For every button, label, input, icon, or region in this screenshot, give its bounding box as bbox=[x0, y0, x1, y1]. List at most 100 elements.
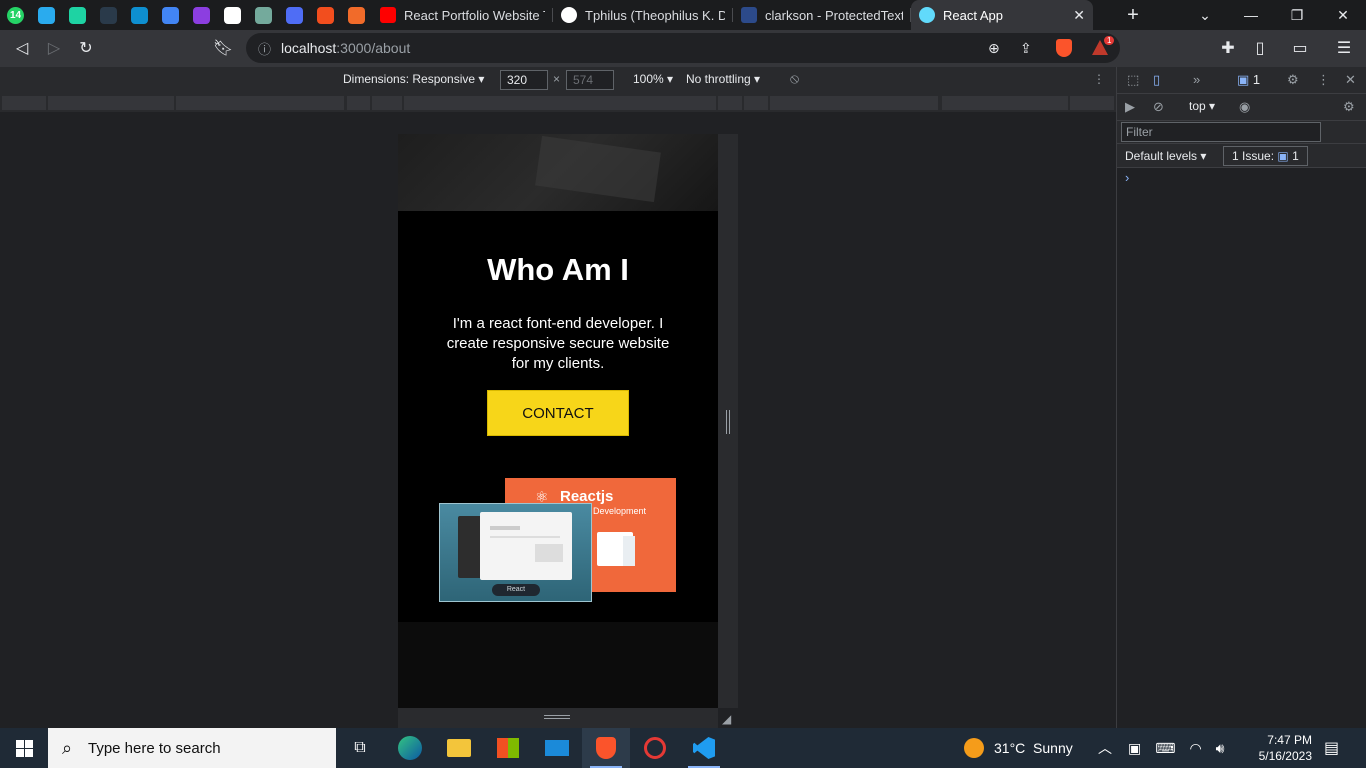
contact-button[interactable]: CONTACT bbox=[487, 390, 629, 436]
filter-row: Filter bbox=[1117, 121, 1366, 144]
resize-handle-right[interactable] bbox=[718, 134, 738, 708]
dimensions-dropdown[interactable]: Dimensions: Responsive ▾ bbox=[343, 72, 484, 86]
document-icon bbox=[162, 6, 179, 24]
close-tab-icon[interactable]: ✕ bbox=[1073, 7, 1085, 24]
device-frame: Who Am I I'm a react font-end developer.… bbox=[398, 134, 718, 708]
pinned-tab[interactable] bbox=[279, 0, 310, 30]
tab-search-button[interactable]: ⌄ bbox=[1182, 0, 1228, 30]
pinned-tab[interactable] bbox=[310, 0, 341, 30]
close-devtools-icon[interactable]: ✕ bbox=[1345, 72, 1356, 88]
zoom-icon[interactable]: ⊕ bbox=[988, 40, 1000, 57]
vscode-app[interactable] bbox=[680, 728, 728, 768]
meet-icon[interactable]: ▣ bbox=[1128, 740, 1141, 757]
store-app[interactable] bbox=[484, 728, 532, 768]
weather-text: 31°C Sunny bbox=[994, 740, 1073, 756]
clock-time: 7:47 PM bbox=[1267, 733, 1312, 747]
media-query-ruler bbox=[0, 94, 1116, 112]
brave-shields-icon[interactable] bbox=[1056, 39, 1072, 57]
play-icon bbox=[131, 6, 148, 24]
plus-icon: + bbox=[1127, 3, 1139, 26]
wifi-icon[interactable]: ◠ bbox=[1189, 740, 1201, 757]
task-view-button[interactable]: ⧉ bbox=[336, 728, 384, 768]
issues-badge[interactable]: ▣ 1 bbox=[1237, 72, 1260, 88]
eye-icon[interactable]: ◉ bbox=[1239, 99, 1250, 115]
more-tabs-icon[interactable]: » bbox=[1193, 72, 1200, 87]
edge-app[interactable] bbox=[386, 728, 434, 768]
maximize-button[interactable]: ❐ bbox=[1274, 0, 1320, 30]
info-icon: ⓘ bbox=[258, 41, 272, 57]
levels-dropdown[interactable]: Default levels ▾ bbox=[1125, 149, 1206, 163]
taskbar-search[interactable]: ⌕ Type here to search bbox=[48, 728, 336, 768]
share-icon[interactable]: ⇪ bbox=[1020, 40, 1032, 57]
explorer-app[interactable] bbox=[435, 728, 483, 768]
pinned-tab[interactable] bbox=[217, 0, 248, 30]
chevron-up-icon[interactable]: ︿ bbox=[1098, 738, 1112, 758]
forward-button[interactable]: ▷ bbox=[38, 32, 70, 64]
tab[interactable]: Tphilus (Theophilus K. Dadz bbox=[553, 0, 733, 30]
rotate-icon[interactable]: ⦸ bbox=[790, 70, 799, 87]
wallet-button[interactable]: ▭ bbox=[1284, 32, 1316, 64]
minimize-button[interactable]: — bbox=[1228, 0, 1274, 30]
tab-strip: 14 React Portfolio Website Tut Tphilus (Th… bbox=[0, 0, 1366, 30]
feather-icon bbox=[69, 6, 86, 24]
notification-icon: ▤ bbox=[1324, 740, 1340, 757]
resize-handle-bottom[interactable] bbox=[398, 708, 718, 728]
back-button[interactable]: ◁ bbox=[6, 32, 38, 64]
pinned-tab[interactable] bbox=[155, 0, 186, 30]
puzzle-icon: ✚ bbox=[1221, 40, 1235, 57]
console-prompt-icon[interactable]: › bbox=[1125, 170, 1129, 185]
zoom-dropdown[interactable]: 100% ▾ bbox=[633, 72, 673, 86]
context-dropdown[interactable]: top ▾ bbox=[1189, 99, 1215, 113]
device-mode-icon[interactable]: ▯ bbox=[1153, 72, 1160, 88]
tab-title: clarkson - ProtectedText bbox=[765, 7, 903, 23]
dashboard-image: React bbox=[439, 503, 592, 602]
app-red[interactable] bbox=[631, 728, 679, 768]
pinned-tab[interactable] bbox=[124, 0, 155, 30]
sidebar-toggle-icon[interactable]: ▶︎ bbox=[1125, 99, 1135, 115]
pinned-tab[interactable] bbox=[186, 0, 217, 30]
pinned-tab[interactable] bbox=[248, 0, 279, 30]
tab[interactable]: clarkson - ProtectedText bbox=[733, 0, 911, 30]
sun-icon bbox=[964, 738, 984, 758]
notifications-button[interactable]: ▤ bbox=[1324, 728, 1339, 768]
extensions-button[interactable]: ✚ bbox=[1212, 32, 1244, 64]
address-bar[interactable]: ⓘ localhost:3000/about ⊕ ⇪ 1 bbox=[246, 33, 1120, 63]
tab-active[interactable]: React App ✕ bbox=[911, 0, 1093, 30]
volume-icon[interactable]: 🔊︎ bbox=[1216, 740, 1225, 757]
pinned-tab[interactable] bbox=[341, 0, 372, 30]
pinned-tab[interactable] bbox=[31, 0, 62, 30]
resize-corner-icon[interactable]: ◢ bbox=[722, 712, 731, 726]
settings-icon[interactable]: ⚙ bbox=[1287, 72, 1299, 88]
clear-console-icon[interactable]: ⊘ bbox=[1153, 99, 1164, 115]
menu-button[interactable]: ☰ bbox=[1328, 32, 1360, 64]
tab[interactable]: React Portfolio Website Tut bbox=[372, 0, 553, 30]
throttling-dropdown[interactable]: No throttling ▾ bbox=[686, 72, 760, 86]
bookmark-button[interactable]: 🔖︎ bbox=[207, 32, 239, 64]
reload-button[interactable]: ↻ bbox=[70, 32, 102, 64]
width-input[interactable]: 320 bbox=[500, 70, 548, 90]
pinned-tab[interactable]: 14 bbox=[0, 0, 31, 30]
reactjs-image-subtitle: Development bbox=[593, 506, 647, 516]
more-options-icon[interactable]: ⋮ bbox=[1093, 72, 1105, 86]
new-tab-button[interactable]: + bbox=[1110, 0, 1156, 30]
close-window-button[interactable]: ✕ bbox=[1320, 0, 1366, 30]
start-button[interactable] bbox=[0, 728, 48, 768]
kebab-icon[interactable]: ⋮ bbox=[1317, 72, 1330, 88]
brave-app[interactable] bbox=[582, 728, 630, 768]
react-pill: React bbox=[492, 584, 540, 596]
gear-red-icon bbox=[644, 737, 666, 759]
console-settings-icon[interactable]: ⚙ bbox=[1343, 99, 1355, 115]
sidebar-button[interactable]: ▯ bbox=[1244, 32, 1276, 64]
weather-widget[interactable]: 31°C Sunny bbox=[964, 728, 1073, 768]
filter-input[interactable]: Filter bbox=[1121, 122, 1321, 142]
pinned-tab[interactable] bbox=[93, 0, 124, 30]
mail-icon bbox=[545, 740, 569, 756]
height-input[interactable]: 574 bbox=[566, 70, 614, 90]
ime-icon[interactable]: ⌨ bbox=[1155, 740, 1175, 757]
pinned-tab[interactable] bbox=[62, 0, 93, 30]
mail-app[interactable] bbox=[533, 728, 581, 768]
inspect-icon[interactable]: ⬚ bbox=[1127, 72, 1139, 88]
clock[interactable]: 7:47 PM 5/16/2023 bbox=[1256, 728, 1312, 768]
issues-button[interactable]: 1 Issue: ▣ 1 bbox=[1223, 146, 1308, 166]
bars-icon bbox=[286, 6, 303, 24]
